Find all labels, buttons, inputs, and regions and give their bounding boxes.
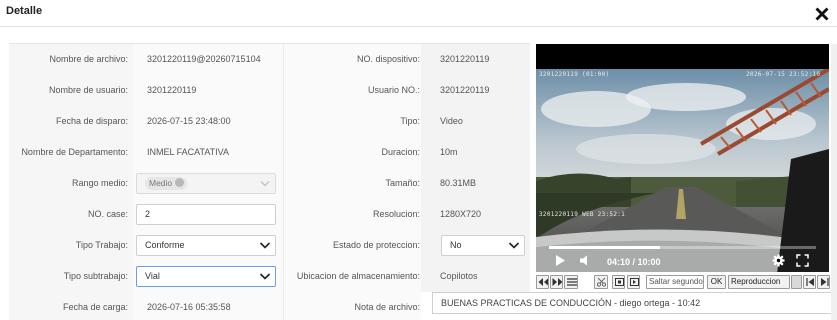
value-fecha-disparo: 2026-07-15 23:48:00 [133, 106, 283, 137]
tipo-trabajo-select[interactable]: Conforme [136, 235, 276, 256]
form-row: NO. case: 2 Resolucion: 1280X720 [9, 199, 530, 230]
rewind-icon[interactable] [536, 275, 549, 289]
detail-form: Nombre de archivo: 3201220119@2026071510… [9, 43, 530, 320]
fast-forward-icon[interactable] [550, 275, 563, 289]
chevron-down-icon [260, 181, 270, 187]
player-toolbar: Saltar segundos OK Reproduccion [536, 275, 830, 290]
ok-button[interactable]: OK [707, 275, 726, 289]
label-usuario-no: Usuario NO.: [283, 75, 421, 106]
chevron-down-icon [259, 273, 271, 280]
form-row: Tipo subtrabajo: Vial Ubicacion de almac… [9, 261, 530, 292]
label-nota-archivo: Nota de archivo: [283, 292, 421, 320]
next-icon[interactable] [817, 275, 830, 289]
label-ubicacion: Ubicacion de almacenamiento: [283, 261, 421, 292]
value-ubicacion: Copilotos [421, 261, 530, 292]
form-row: Fecha de disparo: 2026-07-15 23:48:00 Ti… [9, 106, 530, 137]
dialog-header: Detalle [0, 0, 837, 27]
settings-gear-icon[interactable] [772, 254, 785, 269]
no-case-input[interactable]: 2 [136, 204, 276, 225]
value-tipo: Video [421, 106, 530, 137]
previous-icon[interactable] [803, 275, 816, 289]
tipo-subtrabajo-value: Vial [145, 271, 160, 281]
tipo-subtrabajo-cell: Vial [133, 261, 283, 292]
rango-medio-tag-label: Medio [149, 178, 173, 188]
video-player[interactable]: 3201220119 (01:00) 2026-07-15 23:52:10 3… [536, 44, 829, 272]
value-resolucion: 1280X720 [421, 199, 530, 230]
form-row: Tipo Trabajo: Conforme Estado de protecc… [9, 230, 530, 261]
value-tamano: 80.31MB [421, 168, 530, 199]
rango-medio-cell: Medio [133, 168, 283, 199]
remove-tag-icon[interactable] [175, 178, 185, 187]
value-no-dispositivo: 3201220119 [421, 44, 530, 75]
label-nombre-archivo: Nombre de archivo: [9, 44, 133, 75]
chevron-down-icon [259, 242, 271, 249]
label-no-case: NO. case: [9, 199, 133, 230]
value-duracion: 10m [421, 137, 530, 168]
osd-top-left: 3201220119 (01:00) [539, 71, 610, 78]
tipo-trabajo-value: Conforme [145, 240, 185, 250]
tipo-trabajo-cell: Conforme [133, 230, 283, 261]
scissors-icon[interactable] [594, 275, 608, 289]
capture-icon[interactable] [612, 275, 625, 289]
label-tipo: Tipo: [283, 106, 421, 137]
label-tipo-subtrabajo: Tipo subtrabajo: [9, 261, 133, 292]
player-controls: 04:10 / 10:00 [536, 242, 829, 272]
volume-icon[interactable] [579, 254, 591, 269]
value-departamento: INMEL FACATATIVA [133, 137, 283, 168]
label-fecha-disparo: Fecha de disparo: [9, 106, 133, 137]
osd-bottom-left: 3201220119 WEB 23:52:1 [539, 211, 626, 218]
tipo-subtrabajo-select[interactable]: Vial [136, 266, 276, 287]
label-rango-medio: Rango medio: [9, 168, 133, 199]
list-icon[interactable] [564, 275, 578, 289]
progress-fill [549, 246, 661, 249]
label-duracion: Duracion: [283, 137, 421, 168]
form-row: Rango medio: Medio Tamaño: 80.31MB [9, 168, 530, 199]
progress-bar[interactable] [549, 246, 816, 249]
close-icon[interactable] [812, 4, 832, 24]
vertical-scrollbar[interactable] [831, 44, 837, 320]
label-fecha-carga: Fecha de carga: [9, 292, 133, 320]
estado-proteccion-cell: No [421, 230, 530, 261]
seek-seconds-input[interactable]: Saltar segundos [646, 275, 704, 289]
play-icon[interactable] [554, 254, 566, 269]
estado-proteccion-value: No [450, 240, 462, 250]
label-no-dispositivo: NO. dispositivo: [283, 44, 421, 75]
rango-medio-select[interactable]: Medio [136, 173, 276, 194]
estado-proteccion-select[interactable]: No [441, 235, 525, 256]
label-tamano: Tamaño: [283, 168, 421, 199]
label-tipo-trabajo: Tipo Trabajo: [9, 230, 133, 261]
form-row: Nombre de usuario: 3201220119 Usuario NO… [9, 75, 530, 106]
time-display: 04:10 / 10:00 [607, 257, 661, 267]
no-case-cell: 2 [133, 199, 283, 230]
osd-top-right: 2026-07-15 23:52:10 [746, 71, 821, 78]
chevron-down-icon [508, 242, 520, 249]
spacer-block [791, 275, 802, 289]
label-nombre-usuario: Nombre de usuario: [9, 75, 133, 106]
nota-archivo-input[interactable]: BUENAS PRACTICAS DE CONDUCCIÓN - diego o… [432, 292, 834, 314]
fullscreen-icon[interactable] [796, 254, 809, 269]
label-resolucion: Resolucion: [283, 199, 421, 230]
speed-select[interactable]: Reproduccion [728, 275, 790, 289]
form-row: Nombre de Departamento: INMEL FACATATIVA… [9, 137, 530, 168]
value-nombre-archivo: 3201220119@20260715104 [133, 44, 283, 75]
frame-icon[interactable] [627, 275, 640, 289]
label-departamento: Nombre de Departamento: [9, 137, 133, 168]
form-row: Nombre de archivo: 3201220119@2026071510… [9, 44, 530, 75]
value-nombre-usuario: 3201220119 [133, 75, 283, 106]
value-usuario-no: 3201220119 [421, 75, 530, 106]
dialog-title: Detalle [6, 5, 43, 17]
value-fecha-carga: 2026-07-16 05:35:58 [133, 292, 283, 320]
rango-medio-tag: Medio [145, 177, 188, 190]
label-estado-proteccion: Estado de proteccion: [283, 230, 421, 261]
